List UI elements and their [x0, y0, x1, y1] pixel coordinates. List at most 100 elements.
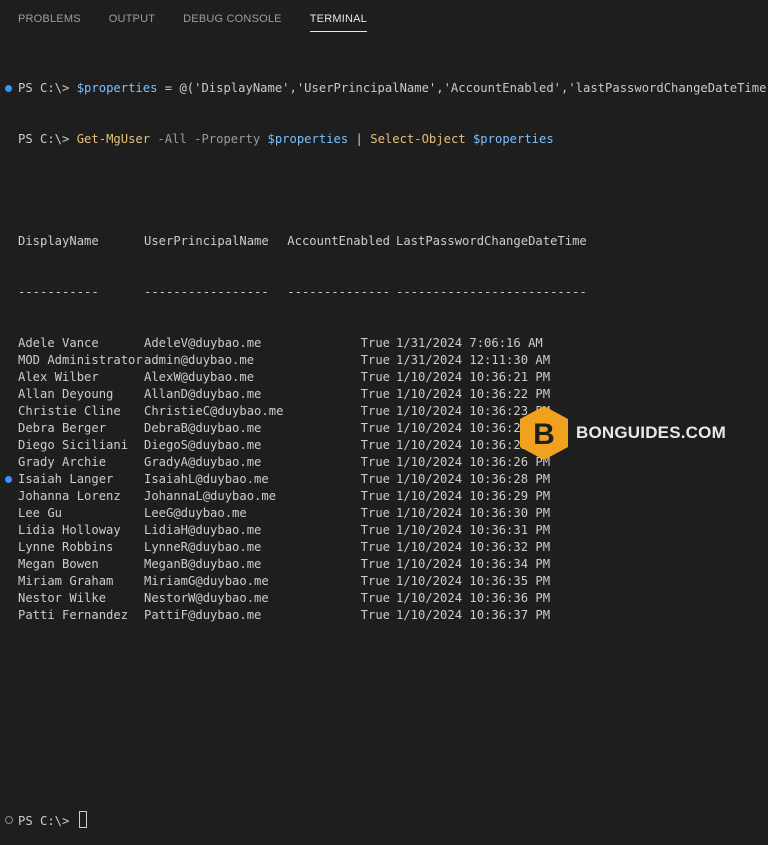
cell-accountenabled: True	[360, 489, 390, 503]
cell-upn: MeganB@duybao.me	[144, 557, 262, 571]
operator-token: = @(	[157, 81, 195, 95]
cell-accountenabled: True	[360, 574, 390, 588]
variable-token: $properties	[76, 81, 158, 95]
cell-lastpasswordchange: 1/31/2024 12:11:30 AM	[396, 353, 551, 367]
command-status-icon[interactable]	[5, 85, 12, 92]
cell-upn: LidiaH@duybao.me	[144, 523, 262, 537]
bonguides-b-icon: B	[520, 406, 568, 460]
table-row: Miriam Graham MiriamG@duybao.me True 1/10/2…	[0, 573, 768, 590]
separator: --------------	[287, 285, 390, 299]
cell-displayname: Patti Fernandez	[18, 608, 129, 622]
cell-accountenabled: True	[360, 387, 390, 401]
cell-upn: LynneR@duybao.me	[144, 540, 262, 554]
cell-displayname: Grady Archie	[18, 455, 107, 469]
parameter-token: -All -Property	[150, 132, 268, 146]
header-lastpasswordchange: LastPasswordChangeDateTime	[396, 234, 587, 248]
cell-accountenabled: True	[360, 455, 390, 469]
variable-token: $properties	[267, 132, 349, 146]
logo-letter: B	[533, 418, 555, 451]
table-row: Alex Wilber AlexW@duybao.me True 1/10/2024 …	[0, 369, 768, 386]
cell-accountenabled: True	[360, 608, 390, 622]
cell-displayname: Lynne Robbins	[18, 540, 114, 554]
cell-accountenabled: True	[360, 353, 390, 367]
cell-upn: ChristieC@duybao.me	[144, 404, 284, 418]
cell-displayname: Christie Cline	[18, 404, 121, 418]
text-cursor[interactable]	[78, 811, 87, 828]
table-row: Isaiah Langer IsaiahL@duybao.me True 1/10/2…	[0, 471, 768, 488]
table-row: Lee Gu LeeG@duybao.me True 1/10/2024 10:36:…	[0, 505, 768, 522]
cell-upn: JohannaL@duybao.me	[144, 489, 277, 503]
cell-lastpasswordchange: 1/31/2024 7:06:16 AM	[396, 336, 543, 350]
panel-tabs: PROBLEMS OUTPUT DEBUG CONSOLE TERMINAL	[0, 0, 768, 36]
cell-lastpasswordchange: 1/10/2024 10:36:30 PM	[396, 506, 551, 520]
watermark-logo: B BONGUIDES.COM	[518, 404, 726, 462]
cell-accountenabled: True	[360, 523, 390, 537]
cell-displayname: MOD Administrator	[18, 353, 143, 367]
pipe-token: |	[348, 132, 371, 146]
cell-displayname: Lee Gu	[18, 506, 63, 520]
cell-upn: IsaiahL@duybao.me	[144, 472, 269, 486]
command-line-1: PS C:\> $properties = @('DisplayName','U…	[0, 80, 768, 97]
prompt-line: PS C:\>	[0, 811, 768, 828]
table-row: MOD Administratoradmin@duybao.me True 1/31…	[0, 352, 768, 369]
table-row: Patti Fernandez PattiF@duybao.me True 1/10/…	[0, 607, 768, 624]
cell-lastpasswordchange: 1/10/2024 10:36:31 PM	[396, 523, 551, 537]
cell-upn: NestorW@duybao.me	[144, 591, 269, 605]
cell-upn: LeeG@duybao.me	[144, 506, 247, 520]
cell-upn: admin@duybao.me	[144, 353, 255, 367]
cell-upn: DebraB@duybao.me	[144, 421, 262, 435]
cell-lastpasswordchange: 1/10/2024 10:36:37 PM	[396, 608, 551, 622]
cell-lastpasswordchange: 1/10/2024 10:36:29 PM	[396, 489, 551, 503]
cell-upn: AlexW@duybao.me	[144, 370, 255, 384]
cell-lastpasswordchange: 1/10/2024 10:36:22 PM	[396, 387, 551, 401]
cell-upn: GradyA@duybao.me	[144, 455, 262, 469]
cell-displayname: Adele Vance	[18, 336, 99, 350]
cell-displayname: Nestor Wilke	[18, 591, 107, 605]
table-row: Johanna Lorenz JohannaL@duybao.me True 1/10…	[0, 488, 768, 505]
row-marker-icon[interactable]	[5, 476, 12, 483]
table-row: Nestor Wilke NestorW@duybao.me True 1/10/20…	[0, 590, 768, 607]
cell-displayname: Allan Deyoung	[18, 387, 114, 401]
cell-displayname: Lidia Holloway	[18, 523, 121, 537]
cell-accountenabled: True	[360, 421, 390, 435]
tab-terminal[interactable]: TERMINAL	[309, 0, 368, 36]
table-row: Adele Vance AdeleV@duybao.me True 1/31/2024…	[0, 335, 768, 352]
cell-upn: PattiF@duybao.me	[144, 608, 262, 622]
header-displayname: DisplayName	[18, 234, 99, 248]
cell-lastpasswordchange: 1/10/2024 10:36:34 PM	[396, 557, 551, 571]
cell-displayname: Miriam Graham	[18, 574, 114, 588]
cell-accountenabled: True	[360, 591, 390, 605]
table-row: Allan Deyoung AllanD@duybao.me True 1/10/20…	[0, 386, 768, 403]
header-upn: UserPrincipalName	[144, 234, 269, 248]
cell-lastpasswordchange: 1/10/2024 10:36:32 PM	[396, 540, 551, 554]
cell-upn: AdeleV@duybao.me	[144, 336, 262, 350]
cell-accountenabled: True	[360, 506, 390, 520]
tab-problems[interactable]: PROBLEMS	[18, 0, 81, 36]
cell-lastpasswordchange: 1/10/2024 10:36:28 PM	[396, 472, 551, 486]
separator: -----------------	[144, 285, 269, 299]
cell-displayname: Alex Wilber	[18, 370, 99, 384]
prompt: PS C:\>	[18, 814, 70, 828]
prompt: PS C:\>	[18, 81, 70, 95]
command-line-2: PS C:\> Get-MgUser -All -Property $prope…	[0, 131, 768, 148]
cell-accountenabled: True	[360, 557, 390, 571]
cell-accountenabled: True	[360, 336, 390, 350]
table-body: Adele Vance AdeleV@duybao.me True 1/31/2024…	[0, 335, 768, 624]
cell-accountenabled: True	[360, 540, 390, 554]
prompt: PS C:\>	[18, 132, 70, 146]
cmdlet-token: Select-Object	[370, 132, 466, 146]
cell-upn: MiriamG@duybao.me	[144, 574, 269, 588]
cell-lastpasswordchange: 1/10/2024 10:36:21 PM	[396, 370, 551, 384]
table-separator: ----------- ----------------- ------------…	[0, 284, 768, 301]
cmdlet-token: Get-MgUser	[76, 132, 151, 146]
cell-displayname: Johanna Lorenz	[18, 489, 121, 503]
cell-lastpasswordchange: 1/10/2024 10:36:35 PM	[396, 574, 551, 588]
tab-output[interactable]: OUTPUT	[109, 0, 155, 36]
prompt-status-icon[interactable]	[5, 816, 13, 824]
string-list-token: 'DisplayName','UserPrincipalName','Accou…	[194, 81, 768, 95]
table-row: Megan Bowen MeganB@duybao.me True 1/10/2024…	[0, 556, 768, 573]
tab-debug-console[interactable]: DEBUG CONSOLE	[183, 0, 282, 36]
